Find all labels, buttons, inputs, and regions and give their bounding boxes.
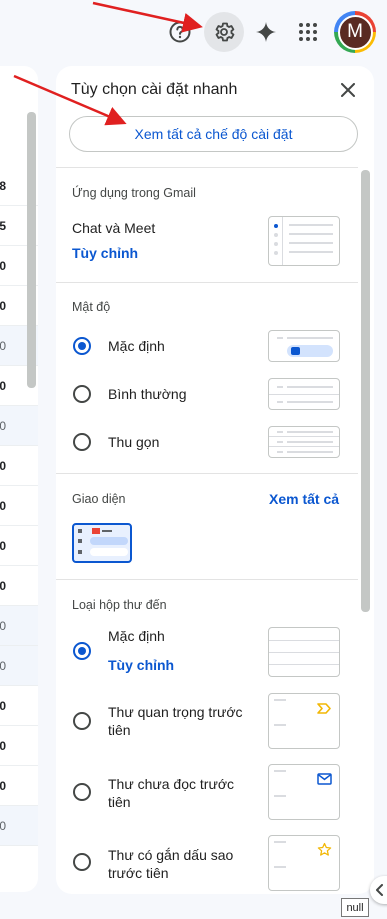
sparkle-icon: [256, 22, 276, 42]
question-circle-icon: [169, 21, 191, 43]
email-row[interactable]: 0: [0, 406, 38, 446]
panel-scrollbar[interactable]: [361, 170, 370, 612]
side-panel-toggle[interactable]: [370, 876, 387, 904]
email-row-date: 8: [0, 179, 6, 193]
divider: [56, 282, 358, 283]
inbox-default-label: Mặc định: [108, 628, 165, 644]
mail-list-scrollbar[interactable]: [27, 112, 36, 388]
chat-meet-label: Chat và Meet: [72, 220, 156, 236]
envelope-icon: [317, 773, 332, 785]
inbox-unread-radio[interactable]: [73, 783, 91, 801]
email-row-date: 0: [0, 339, 6, 353]
inbox-important-radio[interactable]: [73, 712, 91, 730]
section-title-theme: Giao diện: [72, 492, 126, 506]
density-default-preview: [268, 330, 340, 362]
email-row[interactable]: 0: [0, 766, 38, 806]
close-button[interactable]: [336, 78, 360, 102]
settings-button[interactable]: [204, 12, 244, 52]
tooltip: null: [341, 898, 369, 917]
inbox-starred-preview: [268, 835, 340, 891]
density-normal-preview: [268, 378, 340, 410]
email-row[interactable]: 0: [0, 566, 38, 606]
density-compact-label: Thu gọn: [108, 434, 160, 450]
divider: [56, 167, 358, 168]
email-row[interactable]: 0: [0, 806, 38, 846]
inbox-starred-label: Thư có gắn dấu sao trước tiên: [108, 847, 234, 881]
gear-icon: [215, 22, 235, 42]
email-row[interactable]: 0: [0, 526, 38, 566]
see-all-settings-button[interactable]: Xem tất cả chế độ cài đặt: [69, 116, 358, 152]
email-row[interactable]: 0: [0, 486, 38, 526]
theme-preview[interactable]: [72, 523, 132, 563]
email-row[interactable]: 0: [0, 726, 38, 766]
email-row-date: 0: [0, 459, 6, 473]
quick-settings-panel: Tùy chọn cài đặt nhanh Xem tất cả chế độ…: [56, 66, 374, 894]
inbox-default-radio[interactable]: [73, 642, 91, 660]
email-row-date: 0: [0, 419, 6, 433]
email-row-date: 0: [0, 699, 6, 713]
email-row-date: 0: [0, 499, 6, 513]
density-compact-preview: [268, 426, 340, 458]
email-row-date: 0: [0, 299, 6, 313]
inbox-starred-radio[interactable]: [73, 853, 91, 871]
gemini-button[interactable]: [250, 15, 282, 49]
section-title-density: Mật độ: [72, 300, 111, 314]
email-row-date: 0: [0, 739, 6, 753]
email-row-date: 0: [0, 259, 6, 273]
panel-title: Tùy chọn cài đặt nhanh: [71, 81, 238, 98]
close-icon: [341, 83, 355, 97]
inbox-unread-label: Thư chưa đọc trước tiên: [108, 776, 234, 810]
email-row[interactable]: 0: [0, 686, 38, 726]
density-default-label: Mặc định: [108, 338, 165, 354]
inbox-important-preview: [268, 693, 340, 749]
inbox-unread-preview: [268, 764, 340, 820]
star-icon: [317, 842, 332, 856]
email-row-date: 0: [0, 619, 6, 633]
theme-see-all-link[interactable]: Xem tất cả: [269, 491, 339, 507]
email-row-date: 0: [0, 819, 6, 833]
divider: [56, 473, 358, 474]
inbox-important-label: Thư quan trọng trước tiên: [108, 704, 243, 738]
email-row-date: 0: [0, 779, 6, 793]
email-row-date: 0: [0, 379, 6, 393]
inbox-customize-link[interactable]: Tùy chỉnh: [108, 657, 174, 673]
density-compact-radio[interactable]: [73, 433, 91, 451]
chevron-left-icon: [376, 884, 383, 896]
section-title-inbox-type: Loại hộp thư đến: [72, 598, 167, 612]
density-default-radio[interactable]: [73, 337, 91, 355]
divider: [56, 579, 358, 580]
density-normal-radio[interactable]: [73, 385, 91, 403]
email-row-date: 5: [0, 219, 6, 233]
apps-customize-link[interactable]: Tùy chỉnh: [72, 245, 138, 261]
chat-meet-preview: [268, 216, 340, 266]
help-button[interactable]: [163, 15, 197, 49]
email-row[interactable]: 0: [0, 646, 38, 686]
important-marker-icon: [317, 703, 331, 714]
email-row-date: 0: [0, 579, 6, 593]
section-title-apps: Ứng dụng trong Gmail: [72, 186, 196, 200]
email-row[interactable]: 0: [0, 606, 38, 646]
email-row-date: 0: [0, 539, 6, 553]
email-row[interactable]: 0: [0, 446, 38, 486]
account-avatar[interactable]: M: [334, 11, 376, 53]
avatar-letter: M: [337, 14, 373, 50]
apps-grid-icon: [299, 23, 317, 41]
density-normal-label: Bình thường: [108, 386, 187, 402]
email-row-date: 0: [0, 659, 6, 673]
inbox-default-preview: [268, 627, 340, 677]
apps-button[interactable]: [292, 15, 324, 49]
